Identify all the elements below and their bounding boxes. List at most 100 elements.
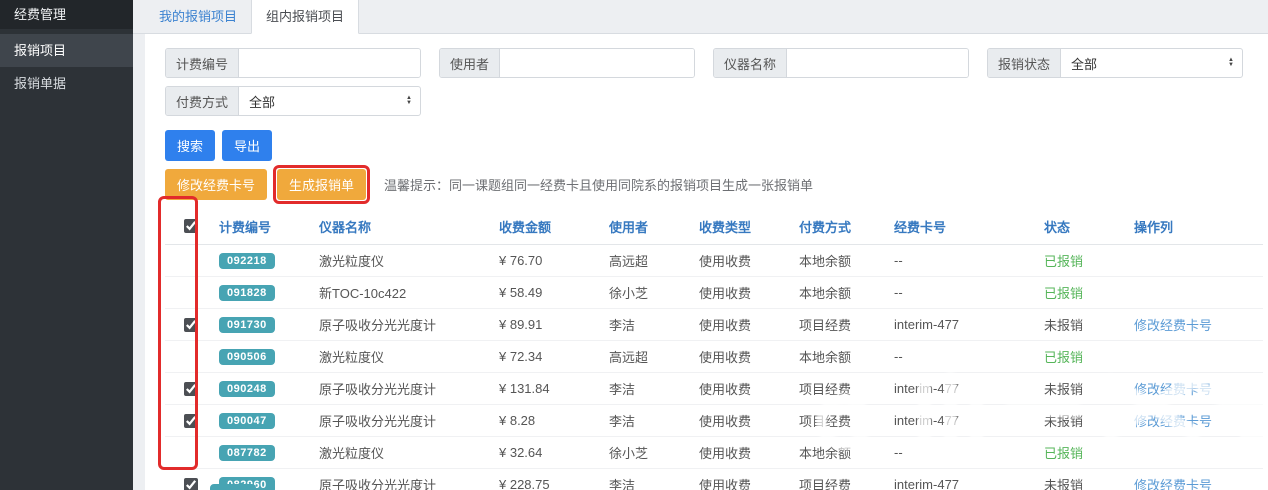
sidebar-item-label: 报销项目: [14, 43, 66, 58]
cell-user: 李洁: [605, 373, 695, 405]
billing-code-badge: 087782: [219, 445, 275, 461]
main-content: 我的报销项目 组内报销项目 计费编号 使用者 仪器名称 报销状态: [133, 0, 1268, 490]
status-select-value[interactable]: 全部: [1061, 49, 1228, 77]
cell-instrument: 原子吸收分光光度计: [315, 469, 495, 490]
cell-checkbox: [165, 341, 215, 373]
table-head-row: 计费编号仪器名称收费金额使用者收费类型付费方式经费卡号状态操作列: [165, 208, 1263, 245]
column-header: 仪器名称: [315, 208, 495, 245]
modify-card-link[interactable]: 修改经费卡号: [1134, 318, 1212, 333]
table-row: 090506激光粒度仪¥ 72.34高远超使用收费本地余额--已报销: [165, 341, 1263, 373]
cell-checkbox: [165, 277, 215, 309]
cell-card: interim-477: [890, 469, 1040, 490]
cell-pay-method: 项目经费: [795, 309, 890, 341]
cell-card: --: [890, 245, 1040, 277]
pay-method-select-value[interactable]: 全部: [239, 87, 406, 115]
table-row: 091828新TOC-10c422¥ 58.49徐小芝使用收费本地余额--已报销: [165, 277, 1263, 309]
billing-code-badge: 090248: [219, 381, 275, 397]
modify-card-link[interactable]: 修改经费卡号: [1134, 414, 1212, 429]
export-button[interactable]: 导出: [222, 130, 272, 161]
search-button[interactable]: 搜索: [165, 130, 215, 161]
user-group: 使用者: [439, 48, 695, 78]
cell-billing-code: 087782: [215, 437, 315, 469]
billing-no-label: 计费编号: [166, 49, 239, 77]
cell-checkbox: [165, 245, 215, 277]
modify-card-button[interactable]: 修改经费卡号: [165, 169, 267, 200]
billing-code-badge: 091730: [219, 317, 275, 333]
cell-amount: ¥ 72.34: [495, 341, 605, 373]
column-header: 付费方式: [795, 208, 890, 245]
cell-status: 已报销: [1040, 277, 1130, 309]
cell-fee-type: 使用收费: [695, 437, 795, 469]
cell-checkbox: [165, 469, 215, 490]
cell-card: interim-477: [890, 373, 1040, 405]
cell-action: 修改经费卡号: [1130, 469, 1263, 490]
sidebar: 经费管理 报销项目 报销单据: [0, 0, 133, 490]
cell-fee-type: 使用收费: [695, 405, 795, 437]
status-select-group[interactable]: 报销状态 全部 ▲▼: [987, 48, 1243, 78]
row-checkbox[interactable]: [184, 478, 198, 490]
tab-my-projects[interactable]: 我的报销项目: [145, 0, 251, 33]
instrument-input[interactable]: [787, 49, 968, 77]
partial-row-badge: [210, 484, 256, 490]
cell-status: 已报销: [1040, 245, 1130, 277]
cell-instrument: 原子吸收分光光度计: [315, 309, 495, 341]
cell-action: [1130, 245, 1263, 277]
row-checkbox[interactable]: [184, 318, 198, 332]
column-header: 使用者: [605, 208, 695, 245]
cell-status: 未报销: [1040, 373, 1130, 405]
billing-table-wrap: 计费编号仪器名称收费金额使用者收费类型付费方式经费卡号状态操作列 092218激…: [165, 208, 1252, 490]
sidebar-item-reimburse-projects[interactable]: 报销项目: [0, 34, 133, 67]
row-checkbox[interactable]: [184, 414, 198, 428]
pay-method-select-group[interactable]: 付费方式 全部 ▲▼: [165, 86, 421, 116]
table-row: 082960原子吸收分光光度计¥ 228.75李洁使用收费项目经费interim…: [165, 469, 1263, 490]
cell-pay-method: 项目经费: [795, 469, 890, 490]
cell-instrument: 激光粒度仪: [315, 437, 495, 469]
cell-pay-method: 本地余额: [795, 245, 890, 277]
pay-method-label: 付费方式: [166, 87, 239, 115]
cell-amount: ¥ 89.91: [495, 309, 605, 341]
modify-card-link[interactable]: 修改经费卡号: [1134, 478, 1212, 490]
select-arrows-icon[interactable]: ▲▼: [1228, 49, 1242, 77]
column-header: 操作列: [1130, 208, 1263, 245]
tab-group-projects[interactable]: 组内报销项目: [251, 0, 359, 34]
cell-pay-method: 项目经费: [795, 405, 890, 437]
select-all-checkbox[interactable]: [184, 219, 198, 233]
cell-action: 修改经费卡号: [1130, 405, 1263, 437]
cell-status: 已报销: [1040, 341, 1130, 373]
modify-card-link[interactable]: 修改经费卡号: [1134, 382, 1212, 397]
cell-amount: ¥ 32.64: [495, 437, 605, 469]
primary-button-row: 搜索 导出: [165, 130, 1252, 161]
cell-billing-code: 090248: [215, 373, 315, 405]
cell-pay-method: 本地余额: [795, 277, 890, 309]
billing-code-badge: 091828: [219, 285, 275, 301]
cell-instrument: 新TOC-10c422: [315, 277, 495, 309]
billing-code-badge: 090047: [219, 413, 275, 429]
red-annotation-box-generate: 生成报销单: [273, 165, 370, 204]
filter-row-1: 计费编号 使用者 仪器名称 报销状态 全部 ▲▼: [165, 48, 1252, 78]
cell-fee-type: 使用收费: [695, 245, 795, 277]
billing-code-badge: 092218: [219, 253, 275, 269]
cell-user: 高远超: [605, 245, 695, 277]
cell-billing-code: 091828: [215, 277, 315, 309]
cell-instrument: 激光粒度仪: [315, 245, 495, 277]
cell-card: --: [890, 277, 1040, 309]
cell-checkbox: [165, 373, 215, 405]
cell-amount: ¥ 8.28: [495, 405, 605, 437]
filter-row-2: 付费方式 全部 ▲▼: [165, 86, 1252, 116]
cell-fee-type: 使用收费: [695, 309, 795, 341]
user-input[interactable]: [500, 49, 694, 77]
sidebar-item-label: 报销单据: [14, 76, 66, 91]
cell-amount: ¥ 131.84: [495, 373, 605, 405]
select-arrows-icon[interactable]: ▲▼: [406, 87, 420, 115]
instrument-group: 仪器名称: [713, 48, 969, 78]
cell-user: 徐小芝: [605, 277, 695, 309]
cell-action: [1130, 437, 1263, 469]
column-header: 收费金额: [495, 208, 605, 245]
table-row: 090047原子吸收分光光度计¥ 8.28李洁使用收费项目经费interim-4…: [165, 405, 1263, 437]
cell-card: --: [890, 437, 1040, 469]
generate-reimburse-button[interactable]: 生成报销单: [277, 169, 366, 200]
sidebar-item-reimburse-documents[interactable]: 报销单据: [0, 67, 133, 100]
billing-no-input[interactable]: [239, 49, 420, 77]
cell-amount: ¥ 228.75: [495, 469, 605, 490]
row-checkbox[interactable]: [184, 382, 198, 396]
